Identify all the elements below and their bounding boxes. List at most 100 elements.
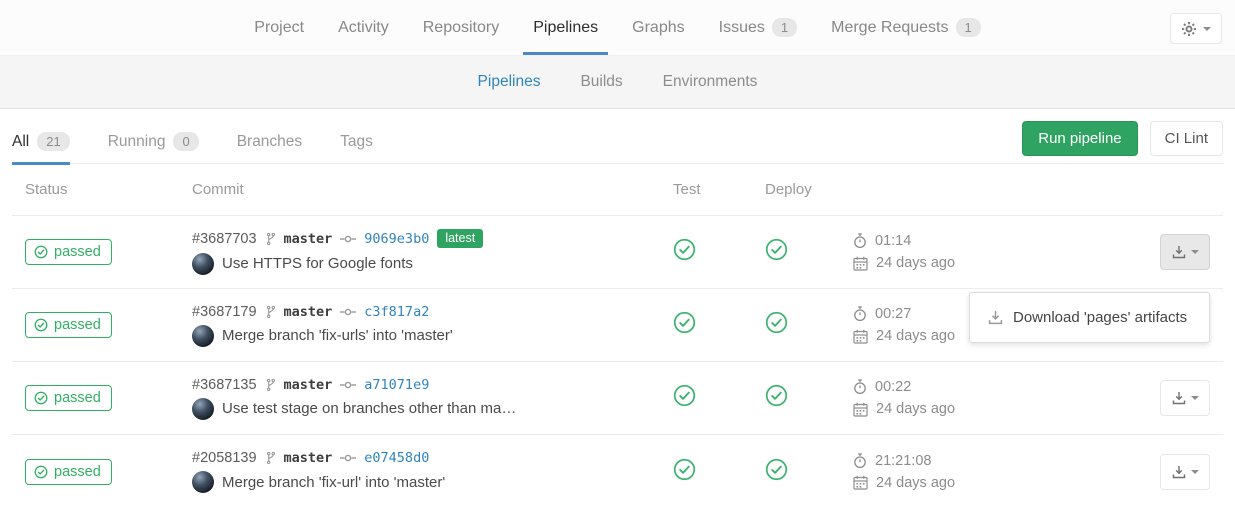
header-commit: Commit	[192, 181, 657, 198]
subnav-item-environments[interactable]: Environments	[663, 73, 758, 91]
nav-item-activity[interactable]: Activity	[326, 0, 401, 55]
timer-icon	[853, 306, 867, 322]
commit-icon	[340, 380, 356, 390]
nav-item-project[interactable]: Project	[242, 0, 316, 55]
commit-icon	[340, 453, 356, 463]
nav-item-repository[interactable]: Repository	[411, 0, 511, 55]
pipeline-id-link[interactable]: #3687703	[192, 231, 257, 247]
settings-dropdown-button[interactable]	[1170, 13, 1222, 44]
commit-icon	[340, 307, 356, 317]
tab-branches[interactable]: Branches	[237, 119, 302, 164]
scope-tabs: All 21 Running 0 Branches Tags	[12, 119, 411, 164]
download-artifacts-menu-item[interactable]: Download 'pages' artifacts	[970, 303, 1209, 332]
pipeline-duration: 00:27	[875, 306, 911, 322]
artifacts-dropdown-button[interactable]	[1160, 380, 1210, 416]
pipeline-row: passed #3687135 master a71071e9 Use test…	[12, 362, 1223, 435]
pipeline-duration: 01:14	[875, 233, 911, 249]
pipeline-id-link[interactable]: #3687135	[192, 377, 257, 393]
tab-tags[interactable]: Tags	[340, 119, 373, 164]
pipeline-duration: 00:22	[875, 379, 911, 395]
download-icon	[1172, 465, 1186, 479]
menu-item-label: Download 'pages' artifacts	[1013, 309, 1187, 326]
commit-sha-link[interactable]: c3f817a2	[364, 304, 429, 320]
pipeline-finished-ago: 24 days ago	[876, 401, 955, 417]
pipeline-id-link[interactable]: #3687179	[192, 304, 257, 320]
test-stage-status-icon[interactable]	[673, 238, 696, 261]
chevron-down-icon	[1203, 27, 1211, 31]
tab-running[interactable]: Running 0	[108, 119, 199, 164]
test-stage-status-icon[interactable]	[673, 458, 696, 481]
project-nav: Project Activity Repository Pipelines Gr…	[0, 0, 1235, 55]
count-badge: 1	[772, 18, 797, 37]
chevron-down-icon	[1191, 250, 1199, 254]
header-deploy: Deploy	[765, 181, 853, 198]
ci-lint-button[interactable]: CI Lint	[1150, 121, 1223, 156]
avatar	[192, 398, 214, 420]
tab-count-badge: 0	[173, 132, 198, 151]
chevron-down-icon	[1191, 396, 1199, 400]
commit-message-link[interactable]: Merge branch 'fix-url' into 'master'	[222, 474, 445, 491]
commit-sha-link[interactable]: 9069e3b0	[364, 231, 429, 247]
status-badge[interactable]: passed	[25, 459, 112, 485]
header-status: Status	[12, 181, 192, 198]
pipelines-main: All 21 Running 0 Branches Tags Run pipel…	[0, 119, 1235, 508]
table-header-row: Status Commit Test Deploy	[12, 164, 1223, 216]
toolbar-buttons: Run pipeline CI Lint	[1022, 119, 1223, 156]
status-label: passed	[54, 317, 101, 333]
branch-link[interactable]: master	[284, 450, 333, 466]
branch-link[interactable]: master	[284, 377, 333, 393]
deploy-stage-status-icon[interactable]	[765, 458, 788, 481]
pipeline-row: passed #3687703 master 9069e3b0 latest U…	[12, 216, 1223, 289]
status-label: passed	[54, 244, 101, 260]
timer-icon	[853, 233, 867, 249]
calendar-icon	[853, 402, 868, 417]
timer-icon	[853, 379, 867, 395]
run-pipeline-button[interactable]: Run pipeline	[1022, 121, 1137, 156]
nav-item-merge-requests[interactable]: Merge Requests 1	[819, 0, 993, 55]
subnav-item-pipelines[interactable]: Pipelines	[478, 73, 541, 91]
subnav-item-builds[interactable]: Builds	[580, 73, 622, 91]
tab-count-badge: 21	[37, 132, 69, 151]
commit-message-link[interactable]: Merge branch 'fix-urls' into 'master'	[222, 327, 453, 344]
download-icon	[1172, 391, 1186, 405]
calendar-icon	[853, 256, 868, 271]
pipeline-id-link[interactable]: #2058139	[192, 450, 257, 466]
nav-item-issues[interactable]: Issues 1	[707, 0, 809, 55]
status-label: passed	[54, 464, 101, 480]
artifacts-dropdown-button[interactable]	[1160, 234, 1210, 270]
branch-icon	[265, 232, 276, 246]
latest-badge: latest	[437, 229, 483, 248]
branch-icon	[265, 305, 276, 319]
avatar	[192, 253, 214, 275]
timer-icon	[853, 453, 867, 469]
artifacts-dropdown-button[interactable]	[1160, 454, 1210, 490]
deploy-stage-status-icon[interactable]	[765, 238, 788, 261]
status-badge[interactable]: passed	[25, 385, 112, 411]
pipelines-table: Status Commit Test Deploy passed #368770…	[12, 164, 1223, 508]
avatar	[192, 471, 214, 493]
gear-icon	[1181, 21, 1197, 37]
deploy-stage-status-icon[interactable]	[765, 384, 788, 407]
avatar	[192, 325, 214, 347]
calendar-icon	[853, 329, 868, 344]
test-stage-status-icon[interactable]	[673, 384, 696, 407]
tab-all[interactable]: All 21	[12, 119, 70, 164]
nav-item-graphs[interactable]: Graphs	[620, 0, 696, 55]
status-badge[interactable]: passed	[25, 239, 112, 265]
table-body: passed #3687703 master 9069e3b0 latest U…	[12, 216, 1223, 508]
test-stage-status-icon[interactable]	[673, 311, 696, 334]
commit-sha-link[interactable]: e07458d0	[364, 450, 429, 466]
branch-link[interactable]: master	[284, 304, 333, 320]
count-badge: 1	[956, 18, 981, 37]
commit-sha-link[interactable]: a71071e9	[364, 377, 429, 393]
commit-message-link[interactable]: Use test stage on branches other than ma…	[222, 400, 516, 417]
nav-item-pipelines[interactable]: Pipelines	[521, 0, 610, 55]
deploy-stage-status-icon[interactable]	[765, 311, 788, 334]
pipeline-finished-ago: 24 days ago	[876, 328, 955, 344]
commit-message-link[interactable]: Use HTTPS for Google fonts	[222, 255, 413, 272]
project-navbar: Project Activity Repository Pipelines Gr…	[0, 0, 1235, 56]
status-badge[interactable]: passed	[25, 312, 112, 338]
pipeline-finished-ago: 24 days ago	[876, 255, 955, 271]
check-circle-icon	[34, 465, 48, 479]
branch-link[interactable]: master	[284, 231, 333, 247]
